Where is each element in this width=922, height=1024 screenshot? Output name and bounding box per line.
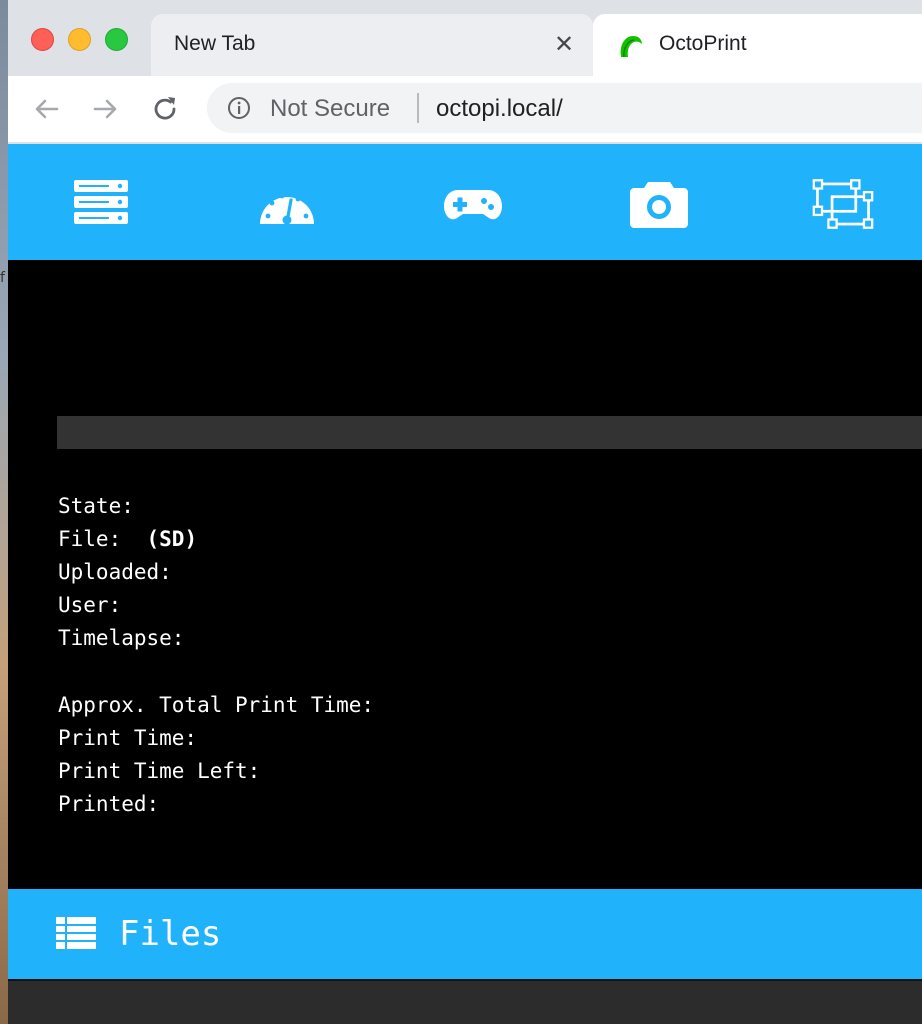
zoom-window-button[interactable] <box>105 28 128 51</box>
user-row: User: <box>58 593 134 617</box>
back-arrow-icon[interactable] <box>32 94 62 124</box>
print-time-row: Print Time: <box>58 726 210 750</box>
forward-arrow-icon[interactable] <box>90 94 120 124</box>
info-icon[interactable] <box>227 96 251 120</box>
octoprint-navbar <box>8 144 922 260</box>
url-text[interactable]: octopi.local/ <box>436 95 563 123</box>
divider <box>417 93 419 123</box>
close-window-button[interactable] <box>31 28 54 51</box>
browser-window: New Tab ✕ OctoPrint Not Secure octopi.lo… <box>8 0 922 1024</box>
tab-strip: New Tab ✕ OctoPrint <box>8 0 922 76</box>
tab-title: New Tab <box>174 32 256 55</box>
total-print-time-label: Approx. Total Print Time: <box>58 693 375 717</box>
server-stack-icon[interactable] <box>70 174 132 234</box>
print-time-label: Print Time: <box>58 726 198 750</box>
security-status-label[interactable]: Not Secure <box>270 95 390 123</box>
tab-new-tab[interactable]: New Tab ✕ <box>151 14 593 76</box>
minimize-window-button[interactable] <box>68 28 91 51</box>
dashboard-gauge-icon[interactable] <box>256 174 318 234</box>
list-icon <box>56 917 96 949</box>
files-title: Files <box>119 914 222 954</box>
printed-row: Printed: <box>58 792 172 816</box>
desktop-fragment: f <box>0 270 5 286</box>
reload-icon[interactable] <box>150 94 180 124</box>
files-accordion-header[interactable]: Files <box>8 889 922 979</box>
timelapse-row: Timelapse: <box>58 626 197 650</box>
file-value: (SD) <box>146 527 198 551</box>
state-label: State: <box>58 494 134 518</box>
uploaded-row: Uploaded: <box>58 560 184 584</box>
print-time-left-label: Print Time Left: <box>58 759 261 783</box>
printed-label: Printed: <box>58 792 160 816</box>
total-print-time-row: Approx. Total Print Time: <box>58 693 387 717</box>
close-icon[interactable]: ✕ <box>554 30 574 58</box>
tab-title: OctoPrint <box>659 32 747 55</box>
tab-octoprint[interactable]: OctoPrint <box>593 14 922 76</box>
octoprint-logo-icon <box>620 36 642 58</box>
gamepad-icon[interactable] <box>442 174 504 234</box>
object-group-icon[interactable] <box>812 174 874 234</box>
timelapse-label: Timelapse: <box>58 626 185 650</box>
file-row: File: (SD) <box>58 527 197 551</box>
print-time-left-row: Print Time Left: <box>58 759 273 783</box>
files-panel-top <box>8 979 922 1024</box>
print-progress-bar <box>57 416 922 449</box>
desktop-background: f <box>0 0 8 1024</box>
browser-toolbar: Not Secure octopi.local/ <box>8 76 922 144</box>
file-label: File: <box>58 527 122 551</box>
uploaded-label: Uploaded: <box>58 560 172 584</box>
address-bar[interactable]: Not Secure octopi.local/ <box>207 83 922 133</box>
state-panel: State: File: (SD) Uploaded: User: Timela… <box>8 260 922 889</box>
user-label: User: <box>58 593 122 617</box>
state-row: State: <box>58 494 147 518</box>
camera-icon[interactable] <box>628 174 690 234</box>
